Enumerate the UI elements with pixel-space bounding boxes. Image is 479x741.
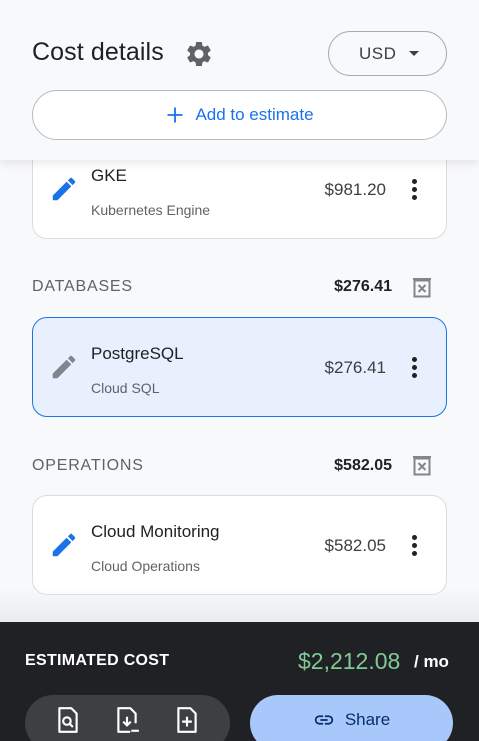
section-total-operations: $582.05 <box>334 457 392 474</box>
gear-icon[interactable] <box>184 39 214 69</box>
more-vert-icon[interactable] <box>404 532 424 560</box>
delete-section-icon[interactable] <box>410 275 434 299</box>
delete-section-icon[interactable] <box>410 453 434 477</box>
link-icon <box>314 715 333 725</box>
service-card-cloud-monitoring[interactable]: Cloud Monitoring Cloud Operations $582.0… <box>32 495 447 595</box>
add-document-icon[interactable] <box>174 706 200 734</box>
download-document-icon[interactable] <box>114 706 140 734</box>
cost-details-header: Cost details USD Add to estimate <box>0 0 479 160</box>
section-total-databases: $276.41 <box>334 278 392 295</box>
add-to-estimate-button[interactable]: Add to estimate <box>32 90 447 140</box>
export-actions <box>25 695 230 741</box>
edit-icon[interactable] <box>49 352 79 382</box>
view-document-icon[interactable] <box>55 706 81 734</box>
service-subtitle: Kubernetes Engine <box>91 202 211 218</box>
estimate-list[interactable]: GKE Kubernetes Engine $981.20 DATABASES … <box>0 160 479 622</box>
chevron-down-icon <box>409 51 419 56</box>
more-vert-icon[interactable] <box>404 354 424 382</box>
currency-select[interactable]: USD <box>328 31 447 76</box>
service-name: Cloud Monitoring <box>91 522 220 541</box>
edit-icon[interactable] <box>49 174 79 204</box>
section-title-operations: OPERATIONS <box>32 457 144 474</box>
service-name: GKE <box>91 166 127 185</box>
estimated-cost-label: ESTIMATED COST <box>25 652 170 669</box>
add-to-estimate-label: Add to estimate <box>195 105 314 124</box>
estimate-footer: ESTIMATED COST $2,212.08 / mo Share <box>0 622 479 741</box>
edit-icon[interactable] <box>49 530 79 560</box>
service-card-postgresql[interactable]: PostgreSQL Cloud SQL $276.41 <box>32 317 447 417</box>
share-label: Share <box>344 710 391 729</box>
plus-icon <box>167 107 183 123</box>
scroll-fade <box>0 588 479 622</box>
service-subtitle: Cloud Operations <box>91 558 200 574</box>
service-subtitle: Cloud SQL <box>91 380 160 396</box>
section-title-databases: DATABASES <box>32 278 133 295</box>
page-title: Cost details <box>32 38 164 66</box>
service-name: PostgreSQL <box>91 344 184 363</box>
service-price: $582.05 <box>324 536 386 555</box>
more-vert-icon[interactable] <box>404 176 424 204</box>
share-button[interactable]: Share <box>250 695 453 741</box>
estimated-cost-value: $2,212.08 <box>298 648 401 674</box>
currency-value: USD <box>359 43 397 63</box>
service-price: $276.41 <box>324 358 386 377</box>
service-price: $981.20 <box>324 180 386 199</box>
service-card-gke[interactable]: GKE Kubernetes Engine $981.20 <box>32 160 447 239</box>
estimated-cost-period: / mo <box>414 652 449 671</box>
